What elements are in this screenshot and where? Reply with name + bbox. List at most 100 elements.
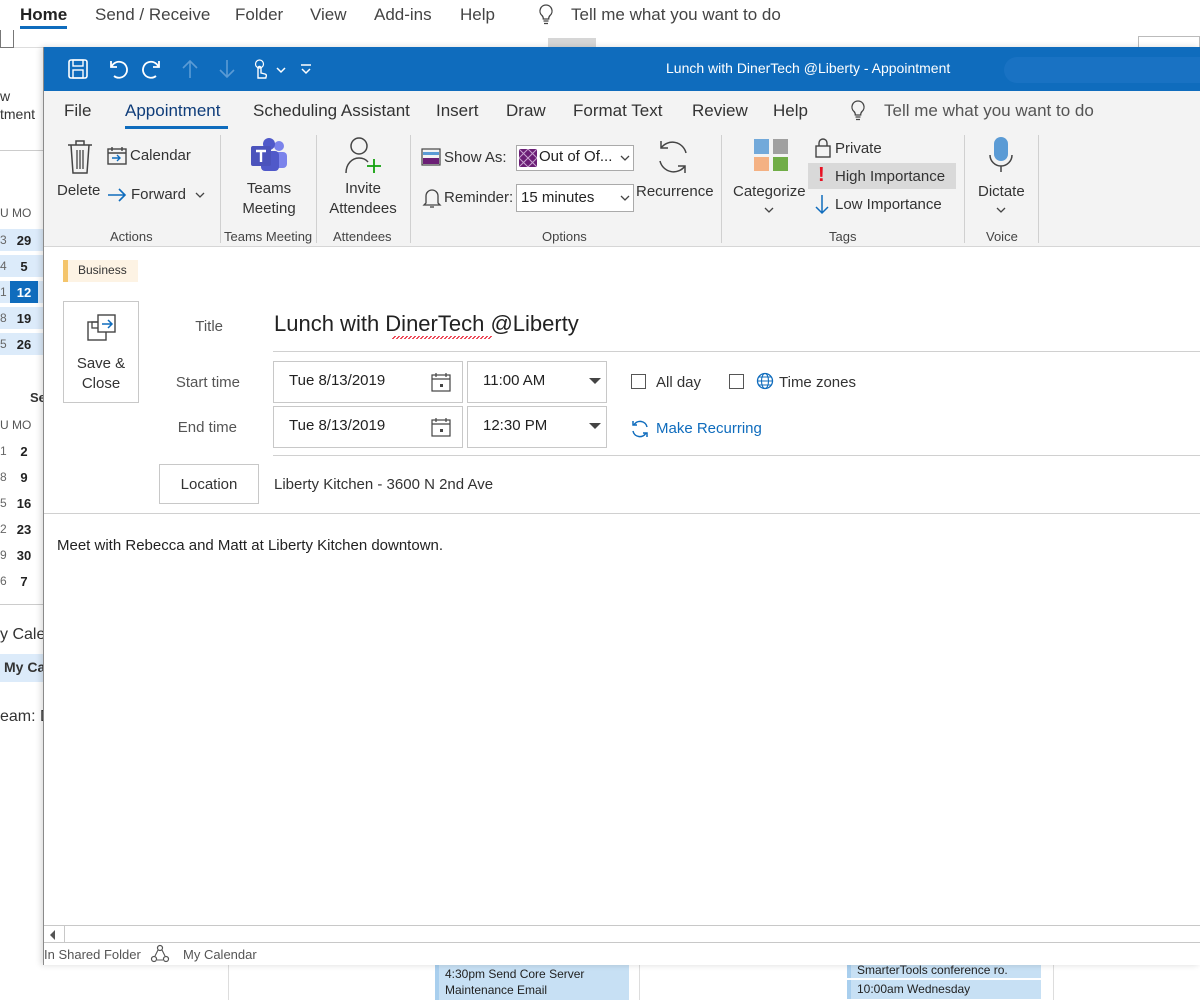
forward-button[interactable]: Forward [106,184,211,208]
touch-mode-icon[interactable] [248,57,272,81]
teams-meeting-label: Teams Meeting [232,179,306,219]
tab-draw[interactable]: Draw [506,101,546,121]
next-item-icon[interactable] [215,57,239,81]
bg-cal-date[interactable]: 30 [10,548,38,563]
undo-icon[interactable] [105,57,129,81]
bg-partial-text: tment [0,106,36,122]
title-label: Title [195,318,223,335]
category-tag-business[interactable]: Business [63,260,138,282]
title-input[interactable]: Lunch with DinerTech @Liberty [274,311,579,337]
out-of-office-icon [518,148,538,170]
recurrence-button[interactable]: Recurrence [636,135,714,205]
show-as-dropdown[interactable]: Out of Of... [516,145,634,171]
delete-button[interactable]: Delete [57,135,102,205]
redo-icon[interactable] [141,57,165,81]
calendar-icon[interactable] [431,372,451,396]
bg-cal-date[interactable]: 9 [10,470,38,485]
invite-attendees-button[interactable]: Invite Attendees [324,135,402,225]
low-importance-button[interactable]: Low Importance [812,193,952,217]
teams-meeting-button[interactable]: Teams Meeting [232,135,306,225]
group-label-attendees: Attendees [333,229,392,244]
location-button-label: Location [180,476,238,493]
save-icon[interactable] [66,57,90,81]
teams-line: Teams [246,180,292,197]
bg-cal-date-selected[interactable]: 12 [10,285,38,300]
forward-label: Forward [131,186,187,203]
bg-cal-date[interactable]: 7 [10,574,38,589]
group-label-teams: Teams Meeting [224,229,313,244]
scroll-left-arrow-icon[interactable] [48,928,58,944]
microphone-icon [988,135,1014,178]
title-value: Lunch with DinerTech @Liberty [274,311,579,336]
bg-cal-date[interactable]: 26 [10,337,38,352]
bg-tell-me[interactable]: Tell me what you want to do [571,5,781,25]
bg-event-send-core-server[interactable]: 4:30pm Send Core Server Maintenance Emai… [435,965,629,1000]
bg-cal-date[interactable]: 5 [10,259,38,274]
start-time-dropdown[interactable]: 11:00 AM [467,361,607,403]
bg-tab-add-ins[interactable]: Add-ins [374,5,432,25]
bg-cal-date[interactable]: 29 [10,233,38,248]
bg-cal-date[interactable]: 23 [10,522,38,537]
calendar-button[interactable]: Calendar [106,145,206,169]
bg-cal-date[interactable]: 19 [10,311,38,326]
lightbulb-icon [850,100,866,125]
tab-file[interactable]: File [64,101,91,121]
high-importance-button[interactable]: ! High Importance [808,163,956,189]
bg-tab-folder[interactable]: Folder [235,5,283,25]
private-label: Private [835,140,882,157]
window-title: Lunch with DinerTech @Liberty - Appointm… [666,60,951,76]
tab-format-text[interactable]: Format Text [573,101,662,121]
bg-divider [0,150,44,151]
previous-item-icon[interactable] [178,57,202,81]
tell-me-search[interactable]: Tell me what you want to do [884,101,1094,121]
bg-cal-date[interactable]: 2 [10,444,38,459]
attendees-line: Invite [345,180,381,197]
start-time-label: Start time [175,374,240,391]
calendar-icon[interactable] [431,417,451,441]
end-date-field[interactable]: Tue 8/13/2019 [273,406,463,448]
make-recurring-link[interactable]: Make Recurring [630,418,770,440]
bg-tab-send-receive[interactable]: Send / Receive [95,5,210,25]
appointment-body[interactable]: Meet with Rebecca and Matt at Liberty Ki… [57,537,443,554]
reminder-label: Reminder: [444,189,514,206]
bg-cal-prev: 9 [0,548,7,562]
window-title-bar: Lunch with DinerTech @Liberty - Appointm… [44,47,1200,91]
bg-cal-date[interactable]: 16 [10,496,38,511]
bg-divider [0,604,44,605]
tab-scheduling-assistant[interactable]: Scheduling Assistant [253,101,410,121]
time-zones-checkbox[interactable] [729,374,744,389]
bg-day-header: MO [12,418,32,432]
bg-tab-help[interactable]: Help [460,5,495,25]
chevron-down-icon[interactable] [274,57,288,81]
tab-review[interactable]: Review [692,101,748,121]
save-and-close-button[interactable]: Save & Close [63,301,139,403]
bg-cal-prev: 8 [0,311,7,325]
bg-tab-home[interactable]: Home [20,5,67,25]
down-arrow-icon [814,193,830,218]
low-importance-label: Low Importance [835,196,942,213]
reminder-dropdown[interactable]: 15 minutes [516,184,634,212]
bg-tab-view[interactable]: View [310,5,347,25]
start-date-field[interactable]: Tue 8/13/2019 [273,361,463,403]
tab-help[interactable]: Help [773,101,808,121]
bg-cal-prev: 6 [0,574,7,588]
bg-event-wednesday[interactable]: 10:00am Wednesday [847,980,1041,999]
tab-insert[interactable]: Insert [436,101,479,121]
all-day-label: All day [656,374,702,391]
globe-icon [756,372,774,393]
customize-toolbar-icon[interactable] [298,57,314,81]
all-day-checkbox[interactable] [631,374,646,389]
dictate-button[interactable]: Dictate [972,135,1030,225]
save-close-line: Close [81,375,121,392]
tab-appointment[interactable]: Appointment [125,101,220,121]
bell-icon [422,187,442,212]
teams-icon [249,137,289,178]
private-button[interactable]: Private [812,137,952,161]
categorize-button[interactable]: Categorize [732,135,808,225]
end-time-dropdown[interactable]: 12:30 PM [467,406,607,448]
show-as-icon [421,147,441,170]
location-input[interactable]: Liberty Kitchen - 3600 N 2nd Ave [274,476,493,493]
location-button[interactable]: Location [159,464,259,504]
horizontal-scrollbar[interactable] [44,925,1200,943]
spellcheck-underline [392,336,492,339]
